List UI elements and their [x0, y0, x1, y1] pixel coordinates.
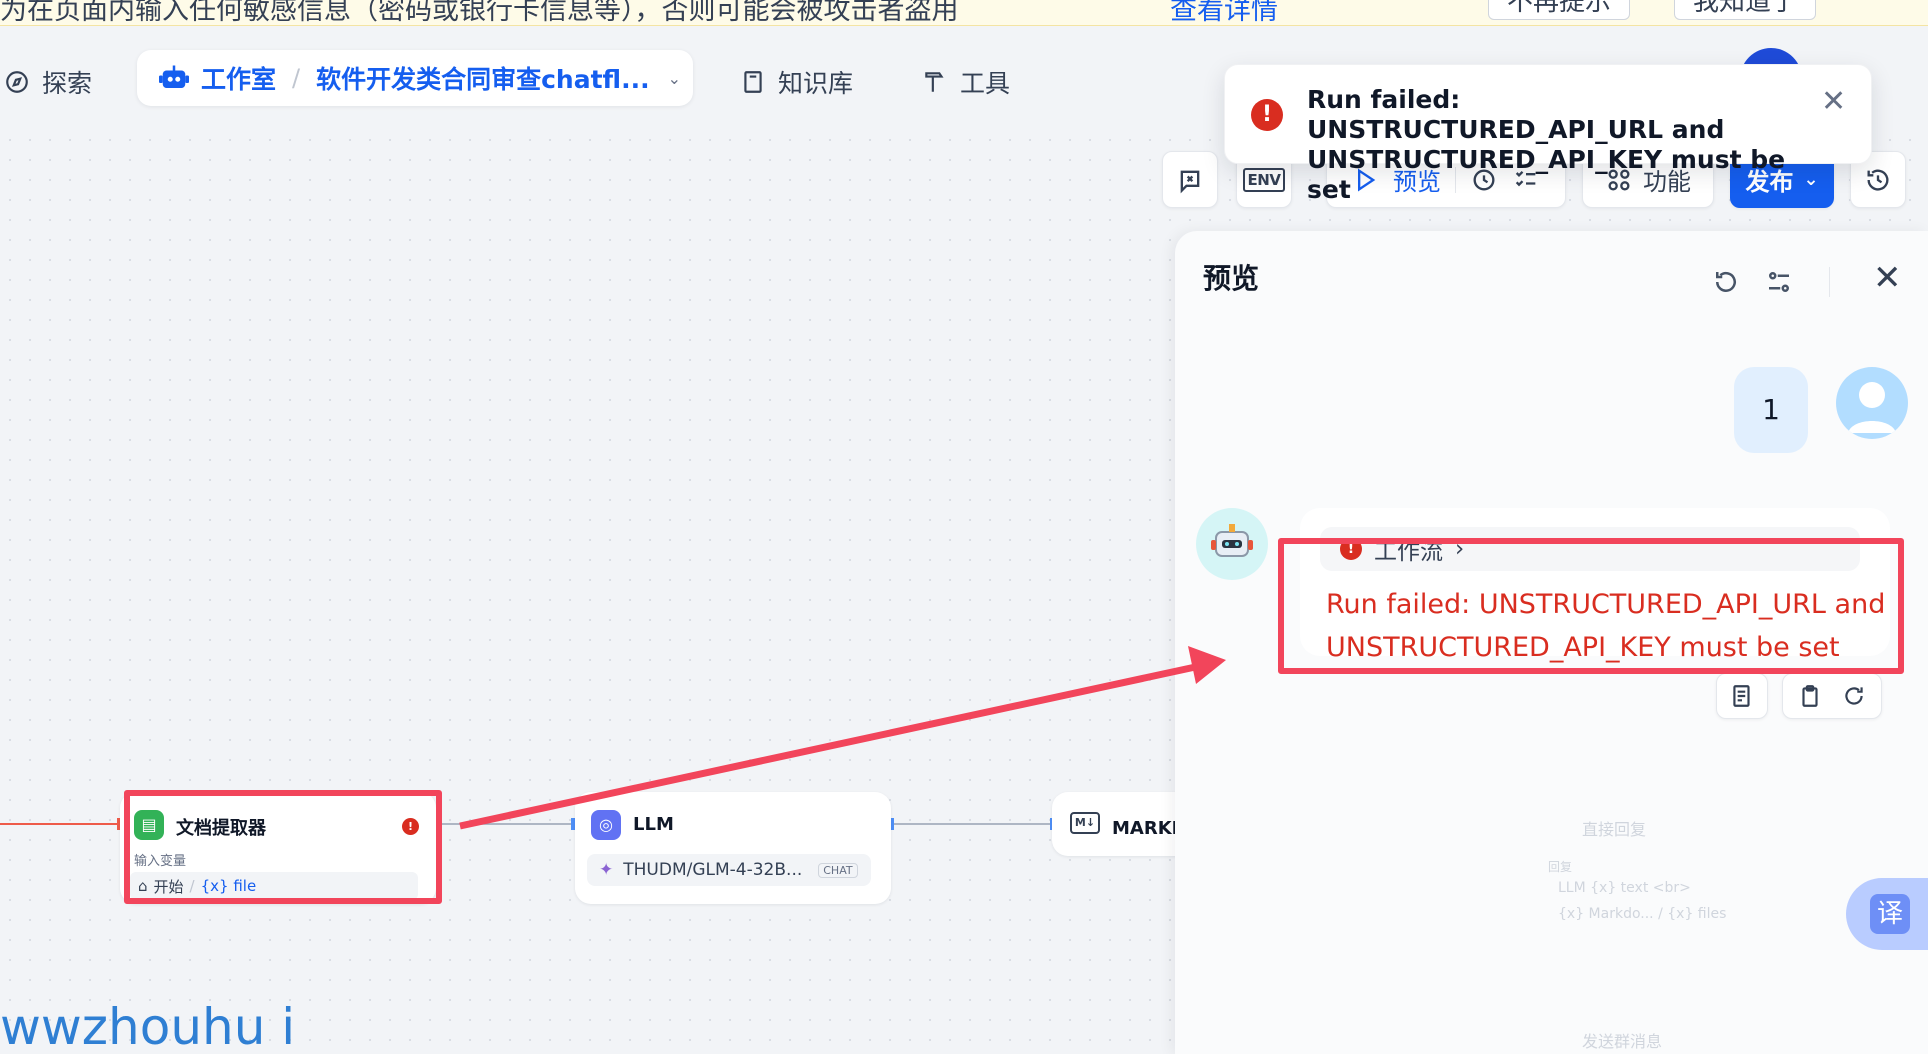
watermark-text: wwzhouhu i [0, 998, 296, 1054]
annotation-arrow [459, 646, 1226, 830]
